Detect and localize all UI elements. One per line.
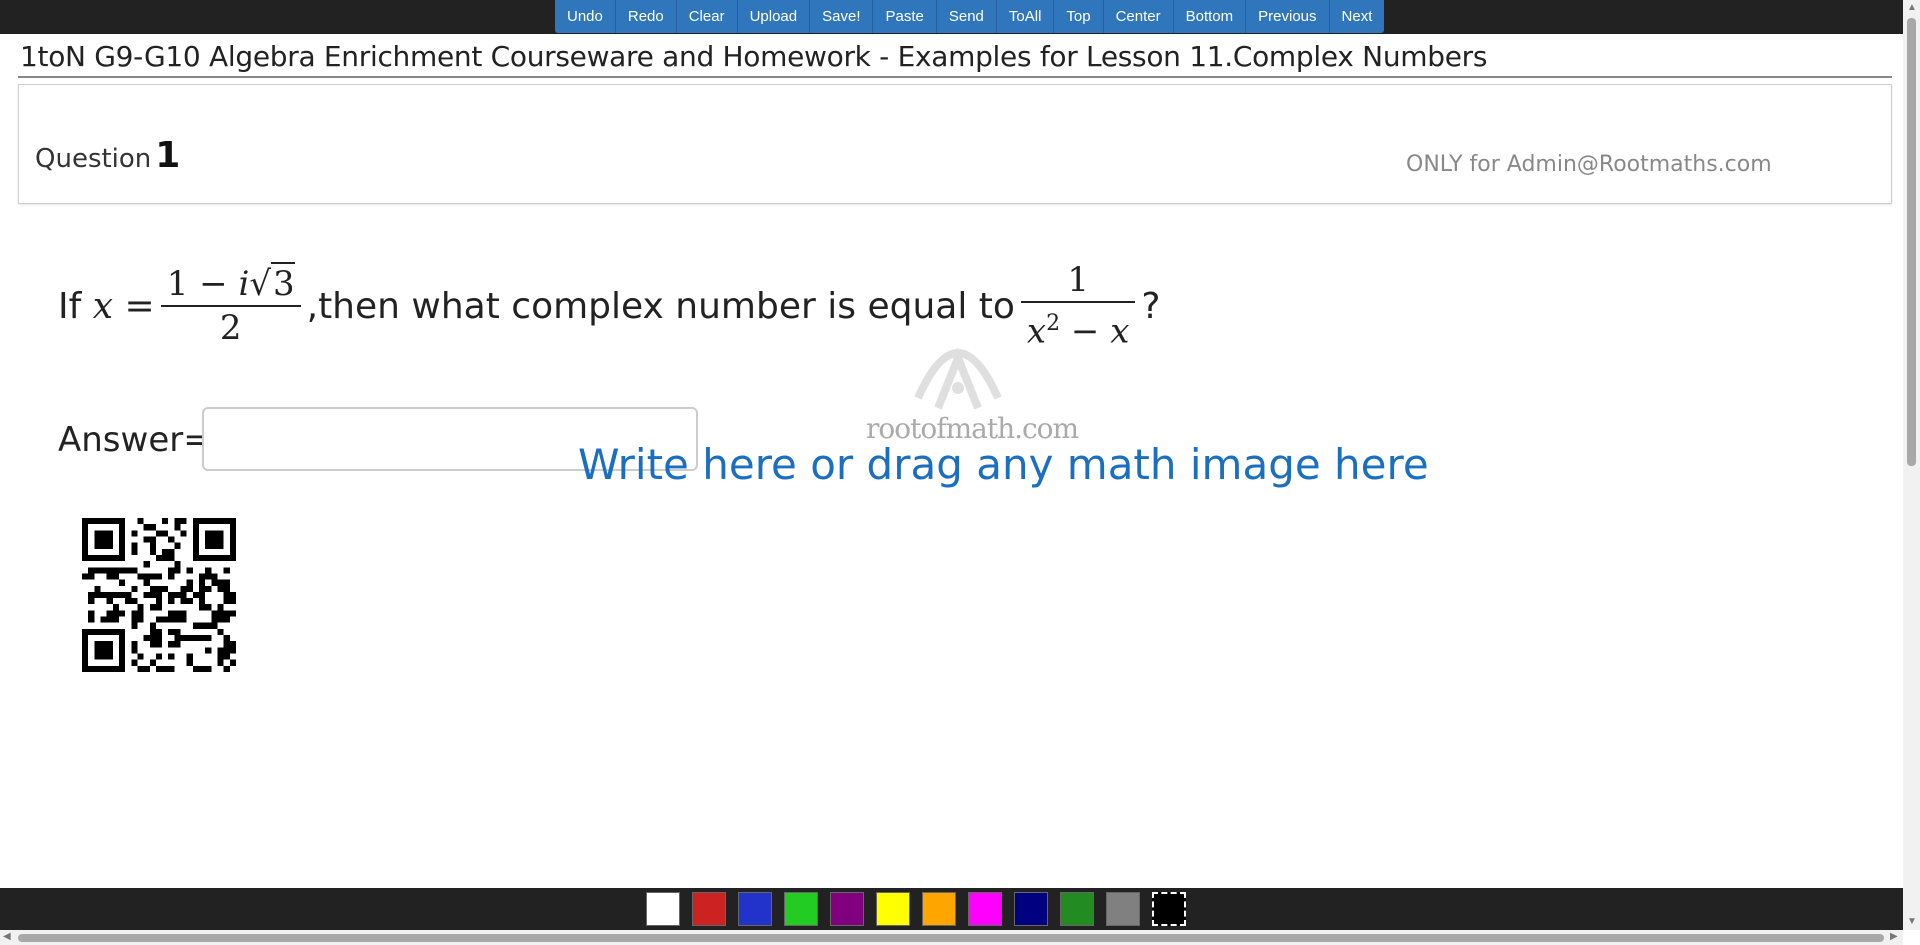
top-button[interactable]: Top (1054, 0, 1104, 33)
color-swatch[interactable] (692, 892, 726, 926)
numerator-term: 1 − (166, 264, 239, 304)
scroll-right-arrow-icon[interactable]: ▶ (1890, 931, 1898, 942)
horizontal-scrollbar[interactable]: ◀ ▶ (0, 930, 1903, 945)
problem-equals: = (124, 285, 155, 327)
toolbar: Undo Redo Clear Upload Save! Paste Send … (555, 0, 1385, 33)
undo-button[interactable]: Undo (555, 0, 616, 33)
next-button[interactable]: Next (1330, 0, 1385, 33)
answer-label: Answer= (58, 420, 212, 460)
bottom-button[interactable]: Bottom (1174, 0, 1247, 33)
denominator-minus: − (1060, 311, 1111, 352)
scroll-down-arrow-icon[interactable]: ▼ (1907, 916, 1917, 927)
color-swatch[interactable] (1060, 892, 1094, 926)
color-swatch[interactable] (876, 892, 910, 926)
question-number: 1 (155, 135, 181, 176)
color-swatch[interactable] (968, 892, 1002, 926)
paste-button[interactable]: Paste (873, 0, 937, 33)
color-palette (646, 892, 1186, 926)
vertical-scroll-thumb[interactable] (1907, 18, 1916, 466)
title-divider (18, 76, 1892, 78)
fraction-x-denominator: 2 (219, 308, 242, 348)
color-swatch[interactable] (1152, 892, 1186, 926)
center-button[interactable]: Center (1104, 0, 1174, 33)
color-swatch[interactable] (922, 892, 956, 926)
imaginary-unit: i (238, 264, 250, 304)
save-button[interactable]: Save! (810, 0, 874, 33)
send-button[interactable]: Send (937, 0, 997, 33)
page-title: 1toN G9-G10 Algebra Enrichment Coursewar… (20, 40, 1488, 73)
previous-button[interactable]: Previous (1246, 0, 1330, 33)
color-swatch[interactable] (1014, 892, 1048, 926)
scroll-left-arrow-icon[interactable]: ◀ (3, 931, 11, 942)
fraction-target-numerator: 1 (1067, 260, 1089, 301)
color-swatch[interactable] (646, 892, 680, 926)
problem-prefix: If (58, 285, 82, 327)
redo-button[interactable]: Redo (616, 0, 677, 33)
problem-variable: x (92, 285, 114, 327)
top-bar: Undo Redo Clear Upload Save! Paste Send … (0, 0, 1903, 34)
problem-suffix: ? (1141, 285, 1161, 327)
color-swatch[interactable] (1106, 892, 1140, 926)
color-swatch[interactable] (738, 892, 772, 926)
drawing-hint: Write here or drag any math image here (578, 440, 1429, 489)
to-all-button[interactable]: ToAll (997, 0, 1055, 33)
fraction-x-numerator: 1 − i√3 (166, 262, 295, 304)
color-swatch[interactable] (784, 892, 818, 926)
owner-notice: ONLY for Admin@Rootmaths.com (1406, 152, 1772, 177)
qr-code-image (82, 518, 236, 672)
scroll-up-arrow-icon[interactable]: ▲ (1907, 2, 1917, 13)
question-label: Question 1 (35, 135, 180, 176)
horizontal-scroll-thumb[interactable] (18, 934, 1884, 942)
question-header: Question 1 ONLY for Admin@Rootmaths.com (18, 84, 1892, 204)
question-label-text: Question (35, 144, 152, 174)
fraction-x-value: 1 − i√3 2 (160, 262, 301, 349)
clear-button[interactable]: Clear (677, 0, 738, 33)
upload-button[interactable]: Upload (738, 0, 811, 33)
sqrt-radicand: 3 (270, 262, 295, 304)
color-palette-bar (0, 888, 1903, 930)
vertical-scrollbar[interactable]: ▲ ▼ (1903, 0, 1920, 930)
denominator-x: x (1110, 311, 1130, 352)
color-swatch[interactable] (830, 892, 864, 926)
